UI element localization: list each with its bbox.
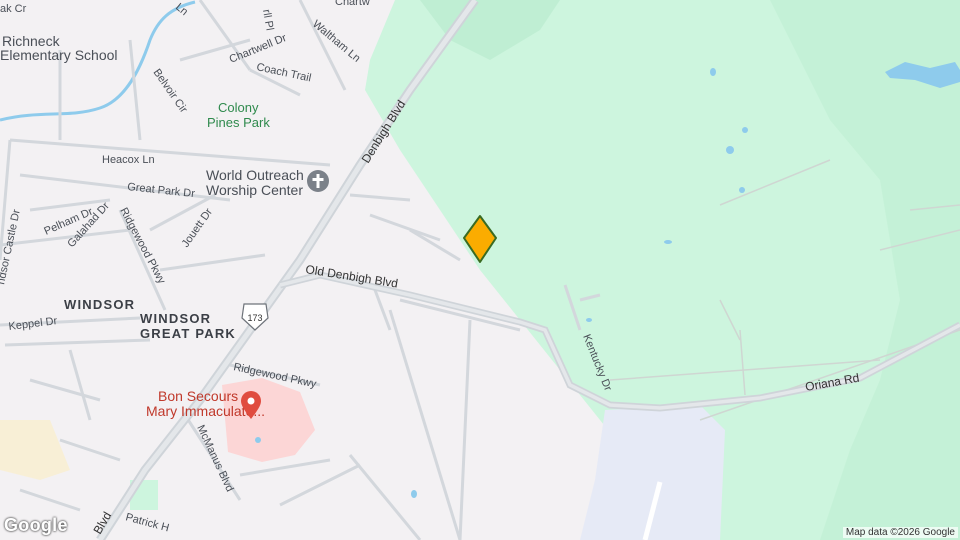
map-attribution: Map data ©2026 Google <box>842 527 958 538</box>
neighborhood-label-line2: GREAT PARK <box>140 326 236 341</box>
neighborhood-label-line1: WINDSOR <box>140 311 211 326</box>
neighborhood-label: WINDSOR <box>64 297 135 312</box>
map-canvas[interactable]: 173 Chartw Waltham Ln Chartwell Dr Coach… <box>0 0 960 540</box>
park-label-line2: Pines Park <box>207 115 270 130</box>
street-label: ak Cr <box>0 3 27 15</box>
school-label-line2: Elementary School <box>0 47 118 63</box>
hospital-label-line1: Bon Secours <box>158 388 238 404</box>
street-label: Chartw <box>335 0 370 8</box>
google-logo: Google <box>4 515 68 535</box>
street-label: Heacox Ln <box>102 154 155 166</box>
church-pin-icon[interactable] <box>307 170 329 192</box>
map-view[interactable]: 173 Chartw Waltham Ln Chartwell Dr Coach… <box>0 0 960 540</box>
church-label-line1: World Outreach <box>206 167 304 183</box>
church-label-line2: Worship Center <box>206 182 303 198</box>
route-number: 173 <box>247 313 262 323</box>
park-label-line1: Colony <box>218 100 259 115</box>
